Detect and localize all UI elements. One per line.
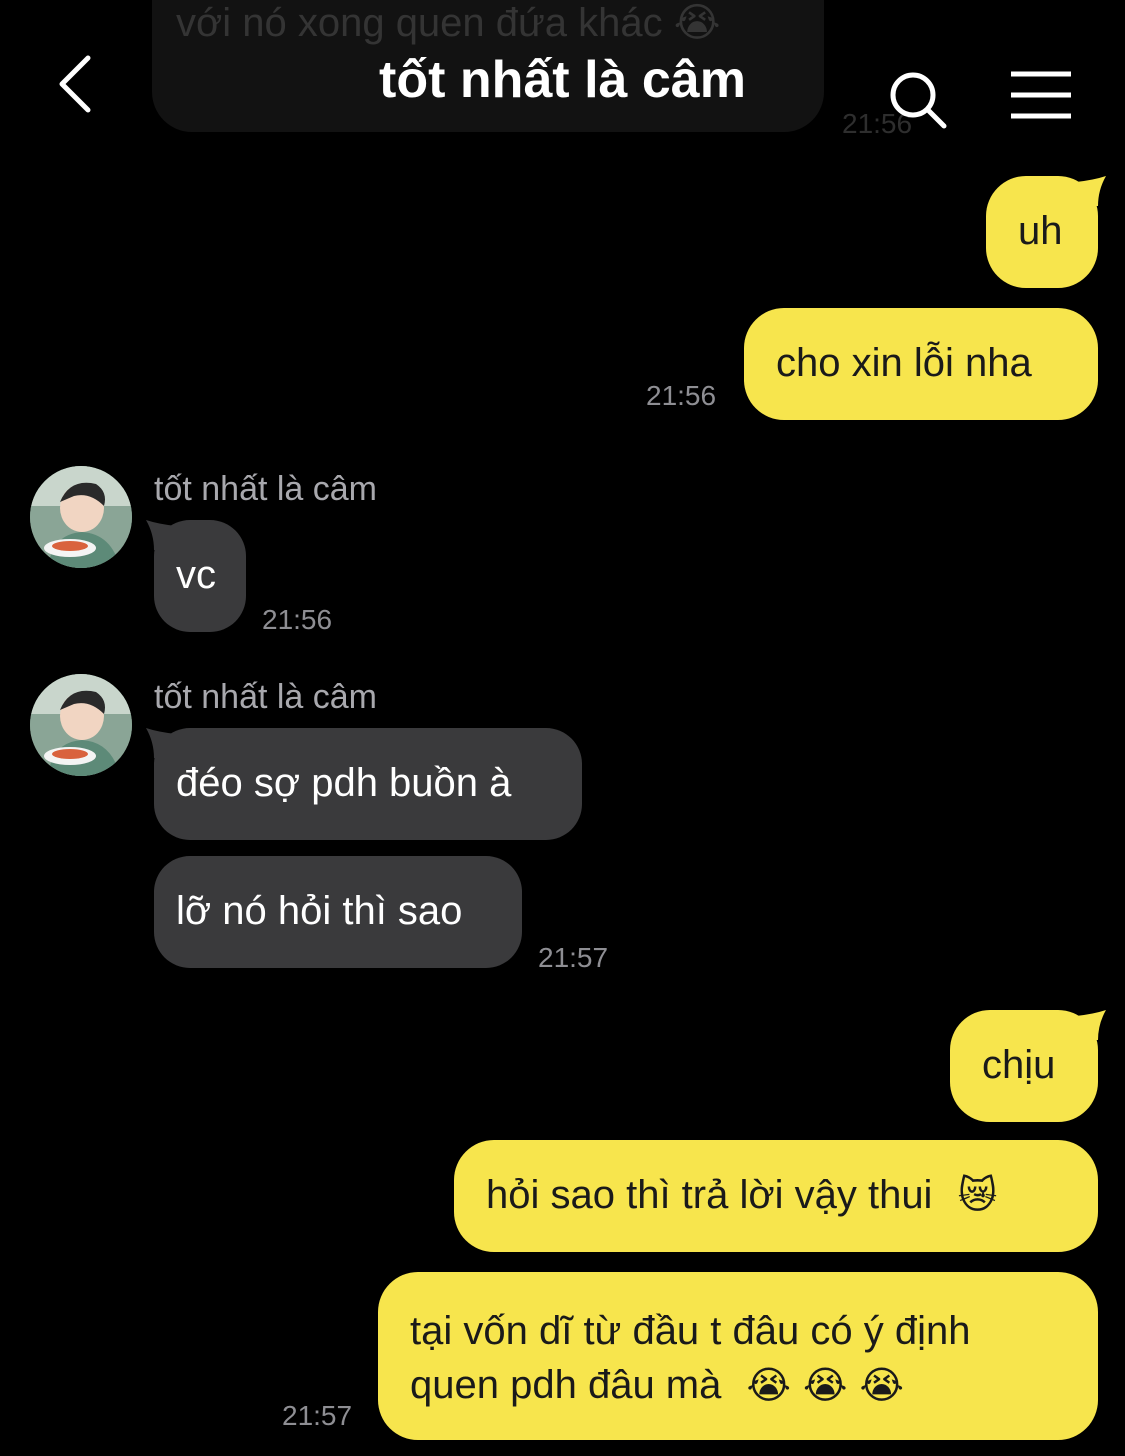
message-time: 21:57 — [282, 1400, 353, 1431]
sender-name: tốt nhất là câm — [154, 470, 378, 508]
search-button[interactable] — [886, 68, 950, 132]
incoming-message[interactable]: lỡ nó hỏi thì sao — [154, 856, 522, 968]
bubble-tail — [146, 728, 176, 758]
sender-name: tốt nhất là câm — [154, 678, 378, 716]
message-text: uh — [1018, 209, 1063, 253]
crying-cat-emoji: 😿 — [957, 1173, 998, 1217]
message-text: vc — [176, 553, 216, 597]
message-text-line-1: tại vốn dĩ từ đầu t đâu có ý định — [410, 1309, 971, 1353]
message-text: lỡ nó hỏi thì sao — [176, 889, 463, 933]
menu-button[interactable] — [1008, 70, 1074, 120]
bubble-tail — [1076, 176, 1106, 206]
search-icon — [890, 72, 947, 129]
chat-title: tốt nhất là câm — [379, 51, 746, 109]
message-text: hỏi sao thì trả lời vậy thui — [486, 1173, 933, 1217]
message-text: chịu — [982, 1043, 1056, 1087]
avatar-image — [30, 466, 132, 568]
message-text: đéo sợ pdh buồn à — [176, 761, 512, 805]
message-time: 21:56 — [646, 380, 717, 411]
message-text: quen pdh đâu mà — [410, 1363, 722, 1407]
avatar[interactable] — [30, 466, 132, 568]
outgoing-message[interactable]: tại vốn dĩ từ đầu t đâu có ý định quen p… — [378, 1272, 1098, 1440]
outgoing-message[interactable]: hỏi sao thì trả lời vậy thui 😿 — [454, 1140, 1098, 1252]
hamburger-menu-icon — [1011, 71, 1071, 119]
incoming-message[interactable]: đéo sợ pdh buồn à — [154, 728, 582, 840]
avatar-image — [30, 674, 132, 776]
message-time: 21:56 — [262, 604, 333, 635]
avatar[interactable] — [30, 674, 132, 776]
outgoing-message[interactable]: cho xin lỗi nha — [744, 308, 1098, 420]
bubble-tail — [146, 520, 176, 550]
message-text-line-2: quen pdh đâu mà 😭 😭 😭 — [410, 1358, 1098, 1412]
message-text: cho xin lỗi nha — [776, 341, 1032, 385]
bubble-tail — [1076, 1010, 1106, 1040]
loudly-crying-emoji: 😭 😭 😭 — [746, 1363, 904, 1407]
message-time: 21:57 — [538, 942, 609, 973]
faded-message-text: với nó xong quen đứa khác 😭 — [176, 1, 721, 45]
